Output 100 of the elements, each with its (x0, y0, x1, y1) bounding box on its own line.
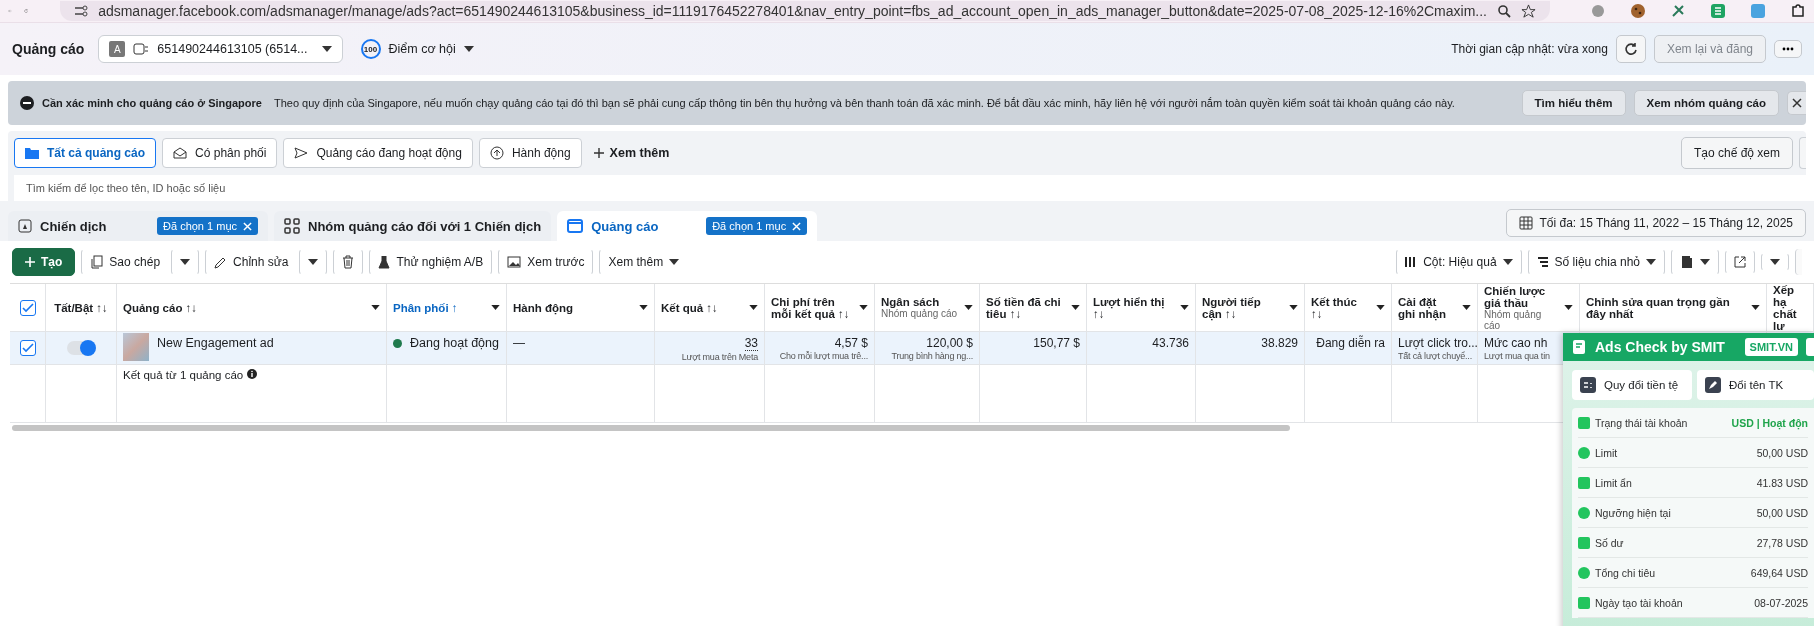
info-value: 50,00 USD (1756, 446, 1808, 459)
caret-icon[interactable] (859, 305, 868, 310)
panel-action-button[interactable]: Đổi tên TK (1697, 370, 1814, 400)
select-all-checkbox[interactable] (19, 299, 36, 316)
address-bar[interactable]: adsmanager.facebook.com/adsmanager/manage/ads?act=651490244613105&business_id=1119176452278401&nav_entry_point=fbs_ad_account_open_in_ads_manager_button&date=2025-07-08_2025-12-16%2Cmaxim... (60, 1, 1550, 21)
info-value: 50,00 USD (1756, 506, 1808, 519)
breakdown-button[interactable]: Số liệu chia nhỏ (1527, 249, 1665, 275)
selection-badge[interactable]: Đã chọn 1 mục (157, 217, 258, 235)
extension-icon[interactable] (1670, 3, 1686, 19)
column-header[interactable]: Người tiếp cận ↑↓ (1202, 295, 1283, 320)
info-value: 41.83 USD (1756, 476, 1808, 489)
column-header[interactable]: Số tiền đã chi tiêu ↑↓ (986, 295, 1065, 320)
tab-label: Nhóm quảng cáo đối với 1 Chiến dịch (308, 218, 542, 234)
info-row-icon (1578, 476, 1590, 489)
info-label: Limit (1595, 446, 1619, 459)
close-button[interactable] (1787, 91, 1806, 115)
grid-icon (284, 218, 300, 234)
caret-icon[interactable] (639, 305, 648, 310)
table-cell: 38.829 (1261, 336, 1298, 350)
flask-icon (378, 255, 391, 269)
caret-icon[interactable] (1071, 305, 1080, 310)
site-info-icon[interactable] (74, 5, 89, 17)
banner-button[interactable]: Xem nhóm quảng cáo (1633, 90, 1779, 116)
search-icon[interactable] (1497, 4, 1511, 18)
photo-placeholder (123, 333, 149, 361)
level-tab[interactable]: Nhóm quảng cáo đối với 1 Chiến dịch (274, 211, 552, 241)
delivery-status: Đang hoạt động (410, 336, 499, 350)
info-row-icon (1578, 446, 1590, 459)
column-header[interactable]: Kết quả ↑↓ (661, 301, 718, 314)
folder-icon (25, 147, 39, 159)
filter-tab[interactable]: Tất cả quảng cáo (14, 138, 157, 168)
selection-badge[interactable]: Đã chọn 1 mục (706, 217, 808, 235)
search-field[interactable]: Tìm kiếm để lọc theo tên, ID hoặc số liệu (14, 175, 1806, 201)
caret-icon[interactable] (749, 305, 758, 310)
level-tab[interactable]: Quảng cáo Đã chọn 1 mục (557, 211, 818, 241)
copy-icon (90, 255, 104, 269)
filter-tab[interactable]: Hành động (478, 138, 582, 168)
caret-icon (1502, 259, 1513, 265)
check-icon (21, 302, 34, 313)
refresh-button[interactable] (1615, 35, 1646, 63)
opportunity-score-button[interactable]: Điểm cơ hội (388, 42, 456, 56)
show-more-button[interactable]: Xem thêm (587, 142, 676, 164)
column-subtitle: Nhóm quảng cáo (881, 308, 958, 319)
columns-button[interactable]: Cột: Hiệu quả (1396, 249, 1522, 275)
caret-icon[interactable] (1751, 305, 1760, 310)
caret-icon[interactable] (1180, 305, 1189, 310)
cookie-icon[interactable] (1630, 3, 1646, 19)
date-range-button[interactable]: Tối đa: 15 Tháng 11, 2022 – 15 Tháng 12, 2025 (1506, 209, 1806, 237)
filter-tab[interactable]: Quảng cáo đang hoạt động (283, 138, 473, 168)
close-icon (1792, 98, 1802, 108)
caret-icon[interactable] (1376, 305, 1385, 310)
row-checkbox[interactable] (19, 340, 36, 356)
caret-icon[interactable] (964, 305, 973, 310)
column-header[interactable]: Tất/Bật ↑↓ (54, 301, 108, 314)
caret-icon[interactable] (491, 305, 500, 310)
caret-icon[interactable] (1564, 305, 1573, 310)
create-button[interactable]: Tạo (12, 248, 76, 276)
currency-icon (1580, 377, 1596, 393)
column-header[interactable]: Kết thúc ↑↓ (1311, 295, 1370, 320)
table-cell: 4,57 $ (834, 336, 868, 350)
upload-icon (489, 146, 504, 160)
caret-icon[interactable] (1462, 305, 1471, 310)
ab-test-button[interactable]: Thử nghiệm A/B (369, 249, 493, 275)
column-header[interactable]: Chi phí trên mỗi kết quả ↑↓ (771, 295, 853, 320)
table-cell: — (513, 336, 525, 350)
envelope-icon (173, 147, 188, 159)
banner-button[interactable]: Tìm hiểu thêm (1521, 90, 1626, 116)
column-header[interactable]: Cài đặt ghi nhận (1398, 295, 1456, 320)
panel-title: Ads Check by SMIT (1595, 339, 1726, 355)
create-view-button[interactable]: Tạo chế độ xem (1680, 137, 1793, 169)
scrollbar[interactable] (12, 425, 1290, 431)
window-icon (567, 219, 584, 233)
toggle-switch[interactable] (67, 341, 95, 355)
column-header[interactable]: Hành động (513, 301, 574, 314)
account-selector[interactable]: A 651490244613105 (6514... (98, 35, 343, 63)
level-tab[interactable]: Chiến dịch Đã chọn 1 mục (8, 211, 268, 241)
ad-name-link[interactable]: New Engagement ad (157, 336, 274, 350)
column-header[interactable]: Chiến lược giá thầu (1484, 284, 1558, 309)
extension-icon[interactable] (1710, 3, 1726, 19)
filter-tab[interactable]: Có phân phối (162, 138, 278, 168)
info-row-icon (1578, 596, 1590, 609)
extension-icon[interactable] (1590, 3, 1606, 19)
info-label: Limit ẩn (1595, 476, 1633, 489)
column-header[interactable]: Lượt hiển thị ↑↓ (1093, 295, 1174, 320)
column-header[interactable]: Chỉnh sửa quan trọng gần đây nhất (1586, 295, 1745, 320)
info-icon[interactable] (247, 369, 258, 379)
preview-button[interactable]: Xem trước (498, 249, 594, 275)
column-header[interactable]: Xếp hạ chất lư (1773, 283, 1807, 332)
caret-icon[interactable] (371, 305, 380, 310)
column-header[interactable]: Quảng cáo ↑↓ (123, 301, 198, 314)
info-row-icon (1578, 536, 1590, 549)
list-icon (1536, 256, 1549, 268)
panel-action-button[interactable]: Quy đổi tiền tệ (1572, 370, 1692, 400)
caret-icon[interactable] (1289, 305, 1298, 310)
puzzle-icon[interactable] (1790, 3, 1806, 19)
caret-icon[interactable] (463, 46, 474, 52)
column-header[interactable]: Ngân sách (881, 296, 958, 308)
star-icon[interactable] (1521, 3, 1536, 19)
column-header[interactable]: Phân phối ↑ (393, 301, 458, 314)
more-button[interactable] (1774, 40, 1802, 58)
